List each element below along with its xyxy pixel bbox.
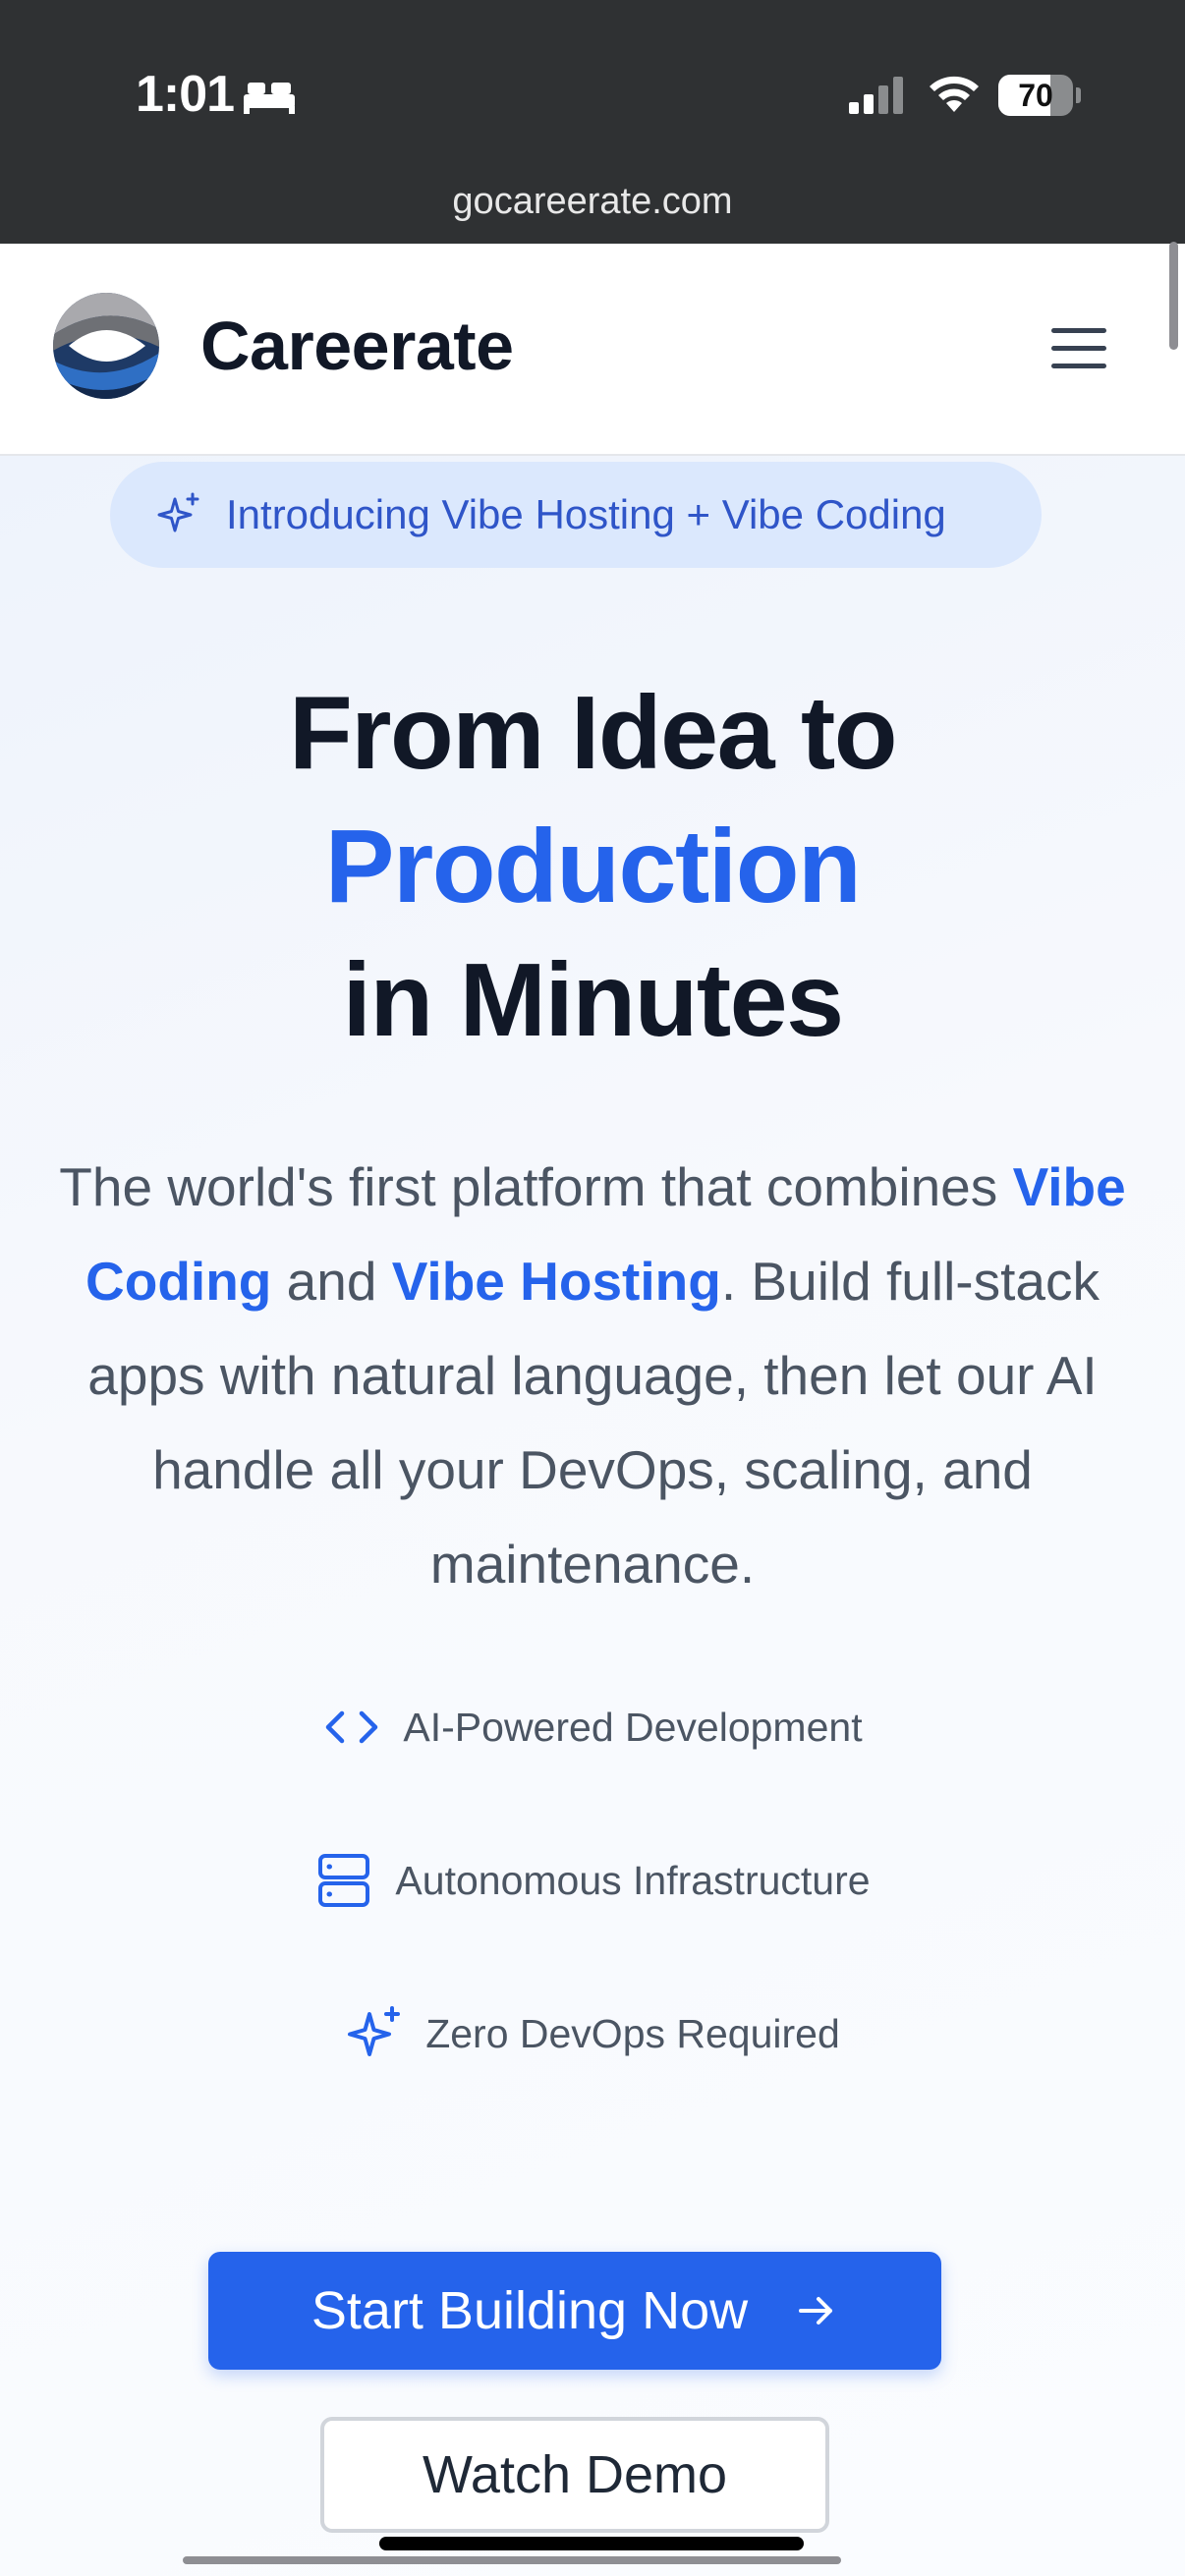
description-text-1: The world's first platform that combines (59, 1156, 1013, 1217)
feature-autonomous-infrastructure: Autonomous Infrastructure (0, 1851, 1185, 1910)
battery-icon: 70 (998, 75, 1081, 116)
arrow-right-icon (799, 2297, 833, 2324)
status-time: 1:01 (136, 66, 235, 123)
headline-line-3: in Minutes (342, 942, 844, 1058)
start-building-label: Start Building Now (310, 2281, 749, 2340)
page-scrollbar[interactable] (1169, 242, 1178, 350)
site-header: Careerate (0, 244, 1185, 456)
sparkles-icon (348, 2006, 401, 2056)
feature-ai-powered-development: AI-Powered Development (0, 1698, 1185, 1757)
feature-label: Autonomous Infrastructure (395, 1857, 871, 1903)
careerate-logo[interactable] (51, 291, 161, 401)
headline-line-2: Production (324, 809, 862, 924)
feature-label: AI-Powered Development (403, 1704, 863, 1750)
headline-line-1: From Idea to (288, 675, 898, 791)
bed-icon (244, 83, 295, 114)
hero-headline: From Idea to Production in Minutes (0, 666, 1185, 1067)
code-icon (326, 1710, 378, 1744)
watch-demo-button[interactable]: Watch Demo (320, 2417, 829, 2533)
watch-demo-label: Watch Demo (422, 2445, 728, 2504)
address-bar-url[interactable]: gocareerate.com (0, 181, 1185, 223)
sparkles-icon (157, 492, 199, 532)
battery-percent: 70 (1018, 78, 1053, 113)
hero-section: Introducing Vibe Hosting + Vibe Coding F… (0, 456, 1185, 2576)
vibe-hosting-highlight: Vibe Hosting (391, 1251, 721, 1312)
hamburger-menu-icon[interactable] (1042, 318, 1116, 377)
announcement-badge[interactable]: Introducing Vibe Hosting + Vibe Coding (110, 462, 1042, 568)
brand-name[interactable]: Careerate (200, 307, 514, 385)
badge-text: Introducing Vibe Hosting + Vibe Coding (226, 491, 946, 537)
status-bar: 1:01 70 gocareerate.com (0, 0, 1185, 244)
cellular-signal-icon (849, 77, 903, 114)
hero-description: The world's first platform that combines… (29, 1140, 1156, 1611)
feature-label: Zero DevOps Required (425, 2010, 840, 2056)
server-icon (318, 1854, 370, 1907)
wifi-icon (930, 76, 979, 112)
description-text-2: and (271, 1251, 392, 1312)
start-building-button[interactable]: Start Building Now (208, 2252, 941, 2370)
horizontal-scrollbar (183, 2556, 841, 2564)
home-indicator[interactable] (379, 2537, 804, 2550)
feature-zero-devops: Zero DevOps Required (0, 2004, 1185, 2063)
